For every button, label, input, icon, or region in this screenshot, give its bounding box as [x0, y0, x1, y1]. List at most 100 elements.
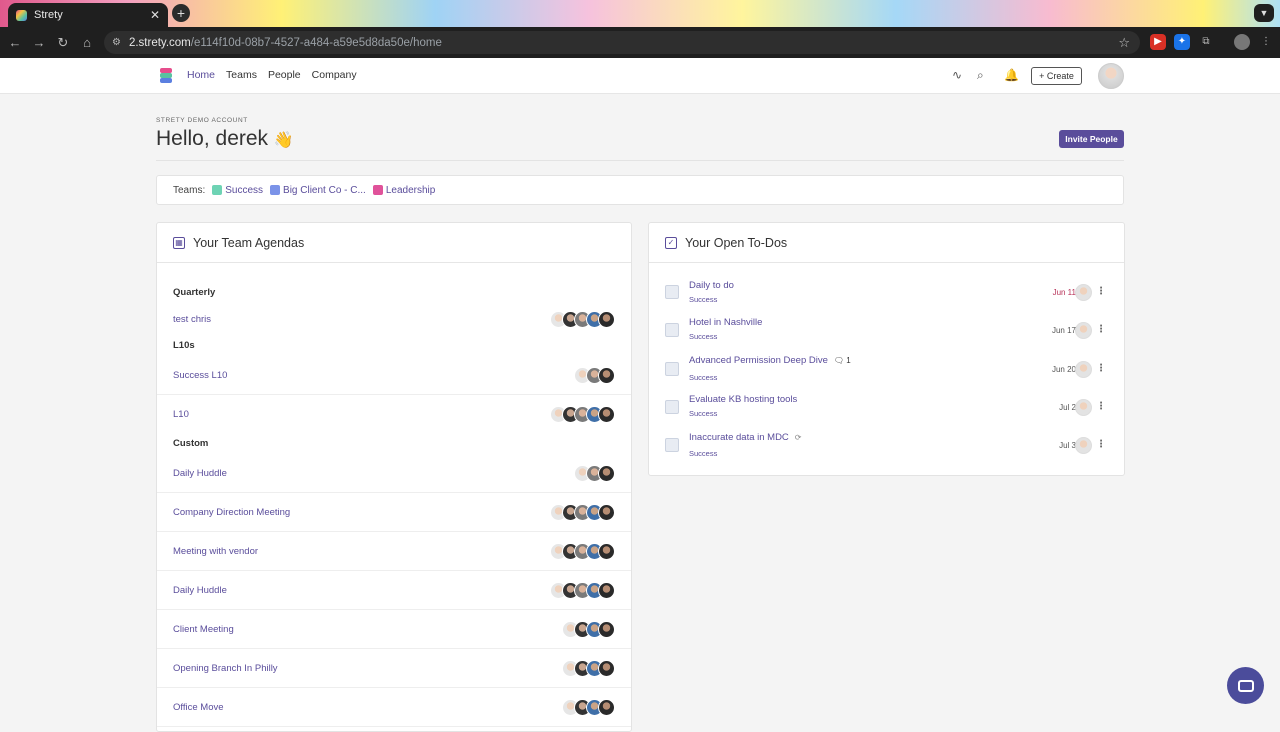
nav-company[interactable]: Company — [312, 69, 357, 81]
calendar-icon: ▦ — [173, 236, 185, 249]
team-chip-success[interactable]: Success — [212, 185, 263, 196]
home-icon[interactable]: ⌂ — [75, 35, 99, 50]
todo-owner-avatar — [1075, 322, 1092, 339]
more-options-icon[interactable]: ⋮ — [1096, 286, 1106, 297]
back-icon[interactable]: ← — [3, 35, 27, 50]
todo-title[interactable]: Hotel in Nashville — [689, 317, 762, 328]
todo-checkbox[interactable] — [665, 323, 679, 337]
agenda-avatars — [574, 366, 615, 384]
todo-checkbox[interactable] — [665, 362, 679, 376]
reload-icon[interactable]: ↻ — [51, 35, 75, 51]
browser-tab-strip: Strety ✕ + ▼ — [0, 0, 1280, 27]
bookmark-star-icon[interactable]: ☆ — [1118, 35, 1130, 51]
agenda-avatars — [562, 659, 615, 677]
agenda-row[interactable]: L10 — [157, 395, 631, 434]
agenda-row[interactable]: Opening Branch In Philly — [157, 649, 631, 688]
page-title: Hello, derek 👋 — [156, 127, 294, 151]
extensions-puzzle-icon[interactable]: ⧉ — [1198, 34, 1214, 50]
todo-row[interactable]: Advanced Permission Deep Dive 🗨 1 Success… — [649, 351, 1124, 390]
address-bar: ← → ↻ ⌂ ⚙ 2.strety.com/e114f10d-08b7-452… — [0, 27, 1280, 58]
todo-due-date: Jun 20 — [1051, 365, 1076, 374]
tab-title: Strety — [34, 9, 63, 21]
todo-title[interactable]: Evaluate KB hosting tools — [689, 394, 797, 405]
hello-text: Hello, derek — [156, 127, 269, 150]
agenda-row[interactable]: Meeting with vendor — [157, 532, 631, 571]
team-chip-label: Big Client Co - C... — [283, 184, 366, 196]
agenda-row[interactable]: Daily Huddle — [157, 571, 631, 610]
todo-checkbox[interactable] — [665, 285, 679, 299]
team-agendas-panel: ▦ Your Team Agendas Quarterly test chris … — [156, 222, 632, 732]
agenda-avatars — [574, 464, 615, 482]
agendas-header: ▦ Your Team Agendas — [157, 223, 631, 263]
profile-avatar-icon[interactable] — [1234, 34, 1250, 50]
agenda-avatars — [550, 581, 615, 599]
activity-icon[interactable]: ∿ — [952, 68, 962, 82]
url-field[interactable]: ⚙ 2.strety.com/e114f10d-08b7-4527-a484-a… — [104, 31, 1140, 54]
nav-home[interactable]: Home — [187, 69, 215, 81]
todo-due-date: Jun 17 — [1051, 326, 1076, 335]
agenda-avatars — [550, 542, 615, 560]
forward-icon[interactable]: → — [27, 35, 51, 50]
todo-title[interactable]: Advanced Permission Deep Dive 🗨 1 — [689, 355, 851, 366]
browser-tab[interactable]: Strety ✕ — [8, 3, 168, 27]
create-button[interactable]: + Create — [1031, 67, 1082, 85]
extension-blue-icon[interactable]: ✦ — [1174, 34, 1190, 50]
team-chip-leadership[interactable]: Leadership — [372, 184, 436, 196]
team-chip-big-client[interactable]: Big Client Co - C... — [270, 185, 366, 196]
team-color-swatch — [212, 185, 223, 195]
todo-team: Success — [689, 295, 718, 304]
team-chip-label: Leadership — [385, 184, 436, 196]
close-tab-icon[interactable]: ✕ — [150, 8, 160, 22]
agenda-row[interactable]: test chris — [157, 303, 631, 336]
todo-checkbox[interactable] — [665, 400, 679, 414]
more-options-icon[interactable]: ⋮ — [1096, 439, 1106, 450]
todo-row[interactable]: Evaluate KB hosting tools Success Jul 2 … — [649, 390, 1124, 428]
agenda-row[interactable]: Daily Huddle — [157, 454, 631, 493]
team-color-swatch — [372, 185, 383, 195]
agenda-row[interactable]: Client Meeting — [157, 610, 631, 649]
todos-header: ✓ Your Open To-Dos — [649, 223, 1124, 263]
divider — [156, 160, 1124, 161]
open-todos-panel: ✓ Your Open To-Dos Daily to do Success Ju… — [648, 222, 1125, 476]
agenda-label: Daily Huddle — [173, 467, 227, 479]
todo-row[interactable]: Inaccurate data in MDC ⟳ Success Jul 3 ⋮ — [649, 428, 1124, 466]
agenda-label: Company Direction Meeting — [173, 506, 291, 518]
agenda-row[interactable]: Office Move — [157, 688, 631, 727]
comment-count[interactable]: 🗨 1 — [834, 356, 851, 365]
todo-title[interactable]: Inaccurate data in MDC ⟳ — [689, 432, 802, 443]
tab-search-button[interactable]: ▼ — [1254, 4, 1274, 22]
extension-red-icon[interactable]: ▶ — [1150, 34, 1166, 50]
agenda-label: Office Move — [173, 701, 224, 713]
todo-title[interactable]: Daily to do — [689, 280, 734, 291]
invite-people-button[interactable]: Invite People — [1059, 130, 1124, 148]
agenda-row[interactable]: Company Direction Meeting — [157, 493, 631, 532]
teams-label: Teams: — [173, 184, 206, 196]
strety-logo-icon[interactable] — [160, 68, 172, 83]
agenda-avatars — [550, 503, 615, 521]
site-info-icon[interactable]: ⚙ — [112, 37, 121, 48]
agenda-section-title: L10s — [173, 340, 195, 351]
nav-people[interactable]: People — [268, 69, 301, 81]
more-options-icon[interactable]: ⋮ — [1096, 324, 1106, 335]
agenda-avatars — [562, 698, 615, 716]
search-icon[interactable]: ⌕ — [977, 68, 984, 83]
todo-row[interactable]: Hotel in Nashville Success Jun 17 ⋮ — [649, 313, 1124, 351]
comment-count-value: 1 — [846, 356, 851, 365]
todo-due-date: Jul 3 — [1059, 441, 1076, 450]
nav-teams[interactable]: Teams — [226, 69, 257, 81]
todo-row[interactable]: Daily to do Success Jun 11 ⋮ — [649, 275, 1124, 313]
notifications-bell-icon[interactable]: 🔔 — [1004, 68, 1019, 82]
more-options-icon[interactable]: ⋮ — [1096, 363, 1106, 374]
todo-checkbox[interactable] — [665, 438, 679, 452]
more-options-icon[interactable]: ⋮ — [1096, 401, 1106, 412]
main-nav: Home Teams People Company — [187, 69, 357, 81]
strety-favicon-icon — [16, 9, 27, 21]
browser-menu-icon[interactable]: ⋮ — [1258, 34, 1274, 50]
chat-support-button[interactable] — [1227, 667, 1264, 704]
todo-owner-avatar — [1075, 399, 1092, 416]
agenda-row[interactable]: Success L10 — [157, 356, 631, 395]
user-avatar[interactable] — [1098, 63, 1124, 89]
todo-team: Success — [689, 409, 718, 418]
new-tab-button[interactable]: + — [172, 4, 190, 22]
agenda-label: Success L10 — [173, 369, 228, 381]
